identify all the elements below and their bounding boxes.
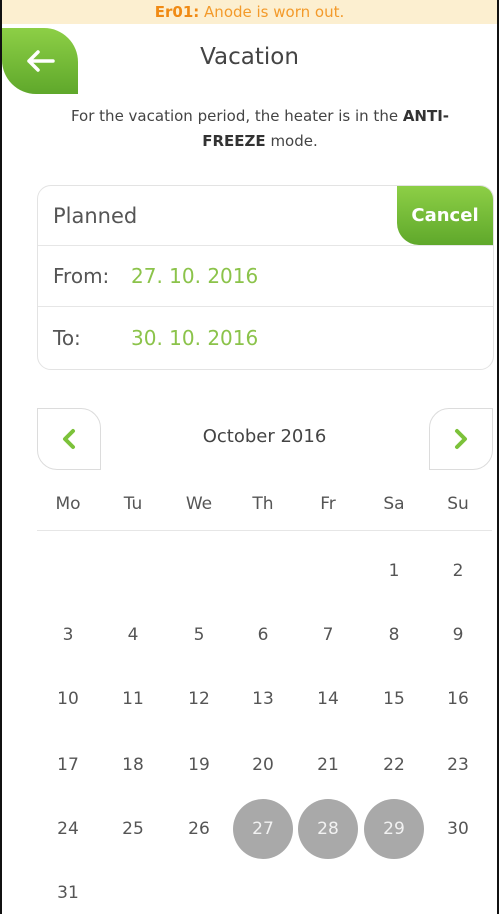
next-month-button[interactable] [429,408,493,470]
weekday-tu: Tu [123,494,143,514]
weekday-header: Mo Tu We Th Fr Sa Su [37,494,492,531]
chevron-left-icon [63,429,75,449]
calendar-day-23[interactable]: 23 [428,735,488,795]
calendar-day-19[interactable]: 19 [169,735,229,795]
weekday-th: Th [252,494,274,514]
calendar-day-6[interactable]: 6 [233,605,293,665]
cancel-button[interactable]: Cancel [397,186,493,245]
error-message: Anode is worn out. [199,3,345,21]
calendar-day-29[interactable]: 29 [364,799,424,859]
calendar-day-27[interactable]: 27 [233,799,293,859]
error-banner[interactable]: Er01: Anode is worn out. [2,0,497,24]
prev-month-button[interactable] [37,408,101,470]
vacation-status: Planned [53,203,138,228]
status-row: Planned Cancel [38,186,493,246]
calendar-day-8[interactable]: 8 [364,605,424,665]
calendar-day-10[interactable]: 10 [38,669,98,729]
calendar-day-7[interactable]: 7 [298,605,358,665]
calendar-day-24[interactable]: 24 [38,799,98,859]
calendar-day-2[interactable]: 2 [428,541,488,601]
calendar-day-30[interactable]: 30 [428,799,488,859]
weekday-sa: Sa [383,494,405,514]
calendar-day-26[interactable]: 26 [169,799,229,859]
calendar-day-28[interactable]: 28 [298,799,358,859]
calendar-day-9[interactable]: 9 [428,605,488,665]
calendar-day-12[interactable]: 12 [169,669,229,729]
calendar-day-21[interactable]: 21 [298,735,358,795]
to-date: 30. 10. 2016 [131,326,259,350]
calendar-day-11[interactable]: 11 [103,669,163,729]
frame-border-left [0,0,2,914]
calendar-day-18[interactable]: 18 [103,735,163,795]
calendar-day-14[interactable]: 14 [298,669,358,729]
weekday-we: We [185,494,213,514]
weekday-su: Su [447,494,469,514]
vacation-card: Planned Cancel From: 27. 10. 2016 To: 30… [37,185,494,370]
calendar-day-4[interactable]: 4 [103,605,163,665]
calendar-day-25[interactable]: 25 [103,799,163,859]
calendar-day-20[interactable]: 20 [233,735,293,795]
month-label: October 2016 [202,426,327,447]
chevron-right-icon [455,429,467,449]
weekday-fr: Fr [320,494,336,514]
from-row: From: 27. 10. 2016 [38,246,493,307]
calendar-day-31[interactable]: 31 [38,863,98,923]
calendar-day-16[interactable]: 16 [428,669,488,729]
weekday-mo: Mo [55,494,81,514]
page-title: Vacation [200,44,299,70]
calendar-day-15[interactable]: 15 [364,669,424,729]
calendar-day-13[interactable]: 13 [233,669,293,729]
description-text-end: mode. [265,132,318,150]
calendar-day-5[interactable]: 5 [169,605,229,665]
to-label: To: [53,326,81,350]
from-label: From: [53,264,110,288]
calendar-day-3[interactable]: 3 [38,605,98,665]
to-row: To: 30. 10. 2016 [38,307,493,369]
calendar-day-17[interactable]: 17 [38,735,98,795]
calendar-day-22[interactable]: 22 [364,735,424,795]
from-date: 27. 10. 2016 [131,264,259,288]
calendar-day-1[interactable]: 1 [364,541,424,601]
error-code: Er01: [154,3,200,21]
vacation-description: For the vacation period, the heater is i… [50,104,470,154]
description-text: For the vacation period, the heater is i… [70,107,403,125]
